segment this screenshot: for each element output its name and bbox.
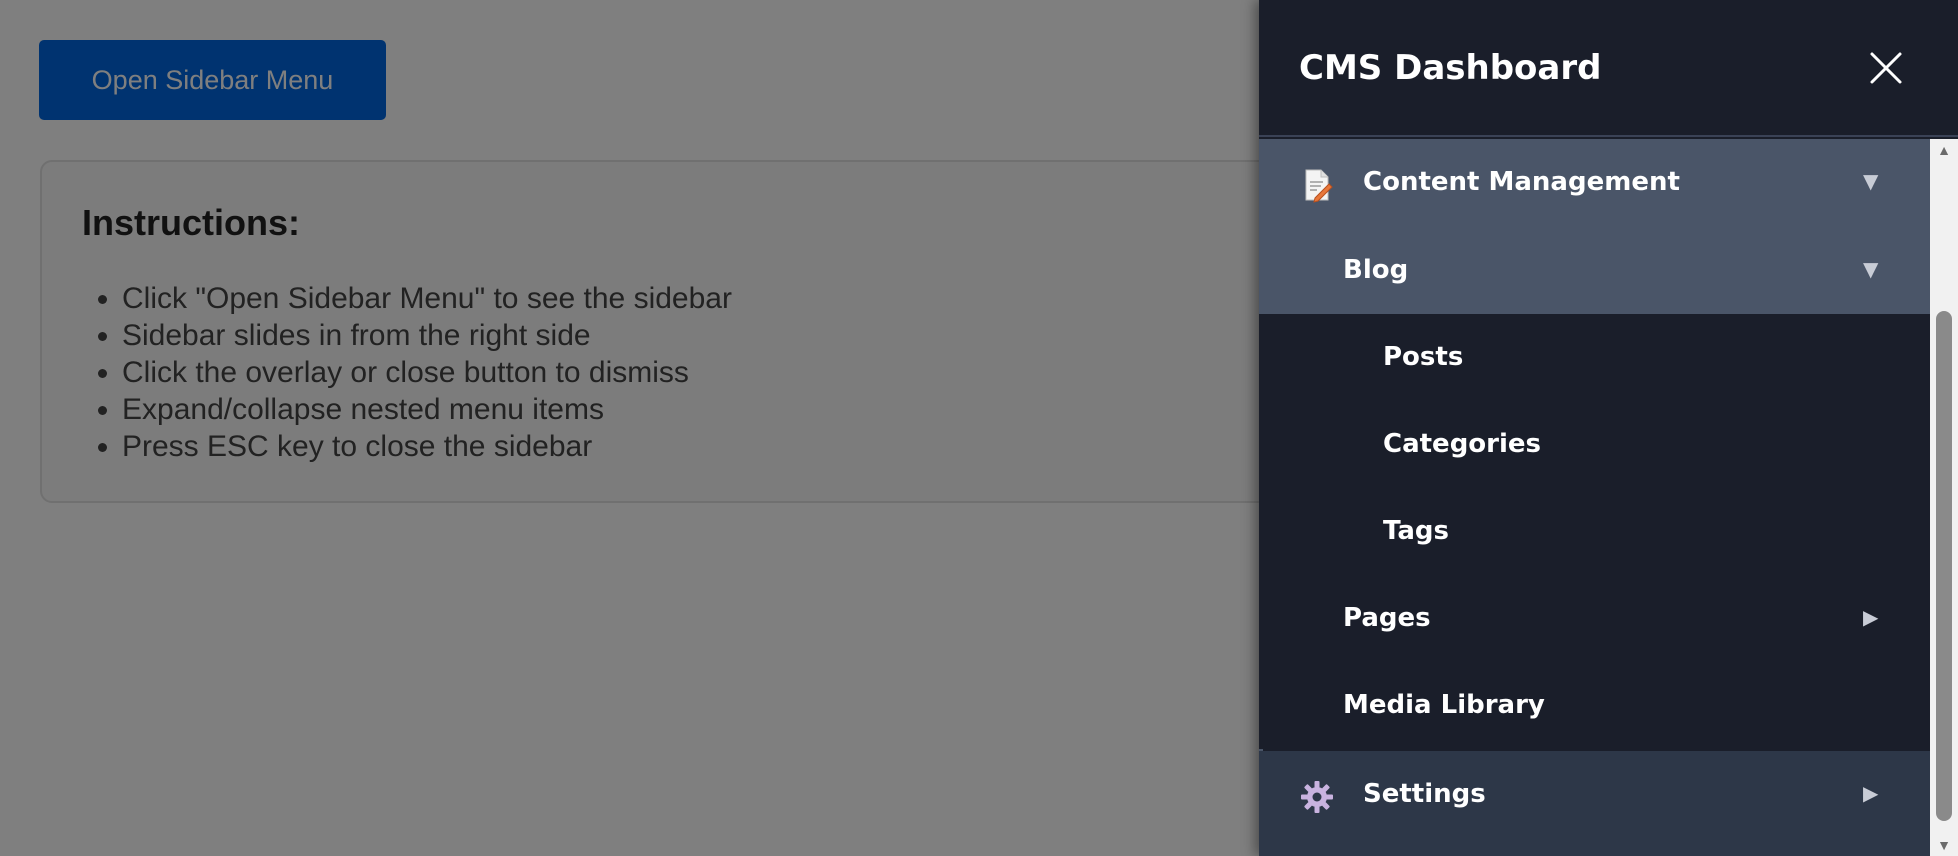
chevron-down-icon: ▼ [1863,169,1879,193]
menu-item-media-library[interactable]: Media Library [1259,662,1930,749]
close-icon [1870,52,1902,84]
menu-item-label: Content Management [1363,167,1680,197]
menu-item-label: Blog [1343,255,1409,285]
sidebar-menu: Content Management ▼ Blog ▼ Posts Catego… [1259,139,1930,856]
sidebar-header: CMS Dashboard [1259,0,1958,137]
menu-item-label: Pages [1343,603,1431,633]
chevron-right-icon: ▶ [1863,605,1879,629]
scroll-up-icon[interactable]: ▲ [1930,139,1958,161]
menu-item-settings[interactable]: Settings ▶ [1259,751,1930,856]
scroll-down-icon[interactable]: ▼ [1930,834,1958,856]
menu-item-label: Posts [1383,342,1464,372]
menu-item-posts[interactable]: Posts [1259,314,1930,401]
menu-item-label: Categories [1383,429,1542,459]
page: Open Sidebar Menu Instructions: Click "O… [0,0,1958,856]
gear-icon [1299,779,1335,815]
menu-item-pages[interactable]: Pages ▶ [1259,575,1930,662]
menu-item-tags[interactable]: Tags [1259,488,1930,575]
chevron-down-icon: ▼ [1863,257,1879,281]
menu-item-label: Media Library [1343,690,1545,720]
sidebar: CMS Dashboard Content Management ▼ Blog … [1259,0,1958,856]
menu-item-blog[interactable]: Blog ▼ [1259,227,1930,314]
menu-item-label: Settings [1363,779,1486,809]
scrollbar-thumb[interactable] [1936,311,1952,821]
close-button[interactable] [1863,45,1909,91]
menu-item-categories[interactable]: Categories [1259,401,1930,488]
document-edit-icon [1299,167,1335,203]
sidebar-title: CMS Dashboard [1299,48,1602,88]
sidebar-scrollbar[interactable]: ▲ ▼ [1930,139,1958,856]
menu-item-content-management[interactable]: Content Management ▼ [1259,139,1930,227]
menu-item-label: Tags [1383,516,1450,546]
chevron-right-icon: ▶ [1863,781,1879,805]
